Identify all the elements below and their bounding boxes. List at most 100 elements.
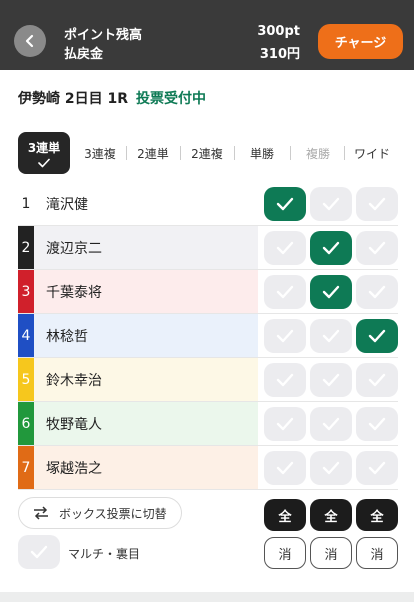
place-1-checkbox[interactable]	[264, 319, 306, 353]
check-icon	[276, 329, 294, 343]
bet-type-tabs: 3連単 3連複 2連単 2連複 単勝 複勝 ワイド	[0, 132, 414, 174]
tab-3[interactable]: 2連単	[130, 132, 176, 174]
tab-label: 3連複	[84, 146, 116, 161]
clear-button[interactable]: 消	[310, 537, 352, 569]
horse-row: 7 塚越浩之	[18, 446, 258, 490]
tab-label: 単勝	[249, 146, 274, 161]
horse-row: 1 滝沢健	[18, 182, 258, 226]
tab-5[interactable]: 単勝	[238, 132, 286, 174]
place-2-checkbox[interactable]	[310, 275, 352, 309]
check-icon	[368, 197, 386, 211]
place-3-checkbox[interactable]	[356, 275, 398, 309]
place-3-checkbox[interactable]	[356, 187, 398, 221]
refund-label: 払戻金	[64, 47, 104, 62]
select-all-button[interactable]: 全	[356, 499, 398, 531]
check-icon	[276, 461, 294, 475]
tab-separator	[234, 146, 235, 160]
horse-number: 6	[18, 402, 34, 446]
place-3-checkbox[interactable]	[356, 407, 398, 441]
app-header: ポイント残高 払戻金 300pt 310円 チャージ	[0, 0, 414, 70]
select-all-button[interactable]: 全	[264, 499, 306, 531]
tab-1[interactable]: 3連単	[18, 132, 70, 174]
check-icon	[322, 197, 340, 211]
place-3-checkbox[interactable]	[356, 451, 398, 485]
box-toggle-button[interactable]: ボックス投票に切替	[18, 497, 182, 529]
back-button[interactable]	[14, 25, 46, 57]
tab-separator	[180, 146, 181, 160]
swap-icon	[34, 506, 48, 520]
place-1-checkbox[interactable]	[264, 363, 306, 397]
horse-name: 滝沢健	[46, 197, 88, 213]
check-icon	[276, 373, 294, 387]
footer-strip	[0, 592, 414, 602]
check-icon	[322, 373, 340, 387]
horse-row: 5 鈴木幸治	[18, 358, 258, 402]
place-2-checkbox[interactable]	[310, 451, 352, 485]
place-1-checkbox[interactable]	[264, 407, 306, 441]
charge-button[interactable]: チャージ	[318, 24, 403, 59]
clear-button[interactable]: 消	[264, 537, 306, 569]
check-icon	[276, 285, 294, 299]
place-2-checkbox[interactable]	[310, 187, 352, 221]
horse-number: 2	[18, 226, 34, 270]
tab-label: 複勝	[305, 146, 330, 161]
horse-number: 3	[18, 270, 34, 314]
race-info: 伊勢崎 2日目 1R 投票受付中	[18, 88, 206, 108]
race-status: 投票受付中	[136, 91, 207, 107]
clear-button[interactable]: 消	[356, 537, 398, 569]
place-1-checkbox[interactable]	[264, 451, 306, 485]
horse-row: 3 千葉泰将	[18, 270, 258, 314]
horse-number: 4	[18, 314, 34, 358]
check-icon	[38, 158, 50, 167]
points-value: 300pt	[257, 24, 300, 39]
check-icon	[368, 417, 386, 431]
multi-label: マルチ・裏目	[68, 547, 141, 561]
tab-label: 3連単	[27, 140, 61, 155]
place-3-checkbox[interactable]	[356, 231, 398, 265]
points-label: ポイント残高	[64, 28, 143, 43]
check-icon	[322, 329, 340, 343]
horse-name: 千葉泰将	[46, 285, 102, 301]
horse-name: 鈴木幸治	[46, 373, 102, 389]
horse-name: 牧野竜人	[46, 417, 102, 433]
check-icon	[276, 197, 294, 211]
check-icon	[322, 417, 340, 431]
place-2-checkbox[interactable]	[310, 319, 352, 353]
tab-7[interactable]: ワイド	[348, 132, 396, 174]
place-2-checkbox[interactable]	[310, 363, 352, 397]
bet-card: 伊勢崎 2日目 1R 投票受付中 3連単 3連複 2連単 2連複 単勝 複勝 ワイド 1 滝沢健…	[0, 70, 414, 592]
check-icon	[322, 241, 340, 255]
horse-number: 5	[18, 358, 34, 402]
place-2-checkbox[interactable]	[310, 407, 352, 441]
tab-4[interactable]: 2連複	[184, 132, 230, 174]
place-3-checkbox[interactable]	[356, 363, 398, 397]
tab-6: 複勝	[294, 132, 342, 174]
check-icon	[276, 417, 294, 431]
chevron-left-icon	[25, 34, 34, 48]
tab-2[interactable]: 3連複	[78, 132, 122, 174]
refund-value: 310円	[259, 47, 300, 62]
multi-checkbox[interactable]	[18, 535, 60, 569]
place-1-checkbox[interactable]	[264, 275, 306, 309]
box-toggle-label: ボックス投票に切替	[59, 506, 167, 521]
row-divider	[18, 489, 398, 490]
place-1-checkbox[interactable]	[264, 231, 306, 265]
place-3-checkbox[interactable]	[356, 319, 398, 353]
check-icon	[322, 461, 340, 475]
tab-separator	[290, 146, 291, 160]
tab-separator	[344, 146, 345, 160]
place-1-checkbox[interactable]	[264, 187, 306, 221]
horse-name: 塚越浩之	[46, 461, 102, 477]
race-venue: 伊勢崎 2日目 1R	[18, 91, 129, 107]
tab-label: 2連複	[191, 146, 223, 161]
horse-name: 渡辺京二	[46, 241, 102, 257]
place-2-checkbox[interactable]	[310, 231, 352, 265]
check-icon	[368, 329, 386, 343]
check-icon	[368, 461, 386, 475]
check-icon	[322, 285, 340, 299]
check-icon	[368, 285, 386, 299]
horse-name: 林稔哲	[46, 329, 88, 345]
tab-label: 2連単	[137, 146, 169, 161]
horse-number: 7	[18, 446, 34, 490]
select-all-button[interactable]: 全	[310, 499, 352, 531]
